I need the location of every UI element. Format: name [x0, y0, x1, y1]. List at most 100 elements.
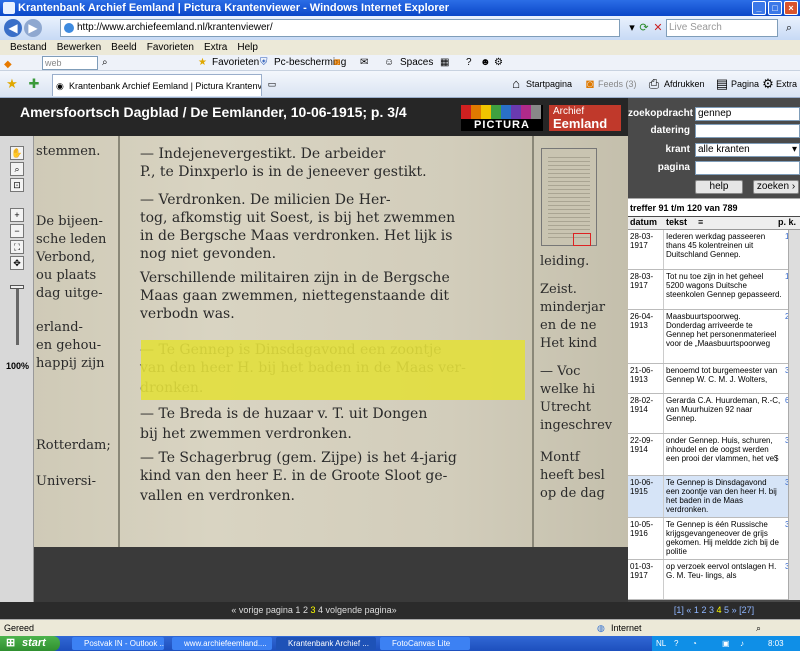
language-indicator[interactable]: NL: [656, 636, 666, 651]
messenger-icon[interactable]: ☺: [384, 55, 394, 71]
close-window-button[interactable]: ×: [784, 1, 798, 15]
tray-icon-network[interactable]: ▣: [722, 636, 730, 651]
results-page-5[interactable]: 5: [724, 605, 729, 615]
favorites-link[interactable]: Favorieten: [212, 55, 259, 71]
result-row[interactable]: 21-06-1913 benoemd tot burgemeester van G…: [628, 364, 800, 394]
paper-select[interactable]: alle kranten ▾: [695, 143, 800, 157]
page-link-1[interactable]: 1: [295, 605, 300, 615]
settings-icon[interactable]: ⚙: [494, 55, 503, 71]
prev-page-link[interactable]: « vorige pagina: [231, 605, 293, 615]
address-input[interactable]: http://www.archiefeemland.nl/krantenview…: [60, 19, 620, 37]
search-button[interactable]: zoeken ›: [753, 180, 799, 194]
fit-page-icon[interactable]: ⛶: [10, 240, 24, 254]
sort-icon[interactable]: ≡: [698, 217, 703, 227]
zoom-area-icon[interactable]: ⊡: [10, 178, 24, 192]
task-fotocanvas[interactable]: FotoCanvas Lite: [380, 637, 470, 650]
results-next[interactable]: »: [732, 605, 737, 615]
forward-button[interactable]: ▶: [24, 19, 42, 37]
menu-help[interactable]: Help: [237, 40, 258, 55]
thumbnail-viewport-box[interactable]: [573, 233, 591, 246]
print-icon[interactable]: ⎙: [646, 76, 662, 92]
menu-favorieten[interactable]: Favorieten: [147, 40, 194, 55]
spaces-link[interactable]: Spaces: [400, 55, 433, 71]
calendar-icon[interactable]: ▦: [440, 55, 449, 71]
minimize-button[interactable]: _: [752, 1, 766, 15]
results-first[interactable]: [1]: [674, 605, 684, 615]
page-link-4[interactable]: 4: [318, 605, 323, 615]
tray-icon-help[interactable]: ?: [674, 636, 678, 651]
result-row[interactable]: 22-09-1914 onder Gennep. Huis, schuren, i…: [628, 434, 800, 476]
tools-icon[interactable]: ⚙: [760, 76, 776, 92]
home-link[interactable]: Startpagina: [526, 79, 572, 89]
search-icon[interactable]: ⌕: [781, 20, 797, 36]
contacts-icon[interactable]: ☻: [480, 55, 491, 71]
menu-bestand[interactable]: Bestand: [10, 40, 47, 55]
result-row[interactable]: 01-03-1917 op verzoek eervol ontslagen H.…: [628, 560, 800, 600]
col-pk[interactable]: p. k.: [778, 217, 796, 227]
home-icon[interactable]: ⌂: [508, 76, 524, 92]
query-input[interactable]: gennep: [695, 107, 800, 121]
results-scrollbar[interactable]: [788, 230, 800, 600]
zoom-slider[interactable]: [16, 287, 19, 345]
results-page-2[interactable]: 2: [701, 605, 706, 615]
result-text: onder Gennep. Huis, schuren, inhoudel en…: [666, 436, 779, 463]
start-button[interactable]: ⊞ start: [0, 636, 60, 651]
help-icon[interactable]: ?: [466, 55, 472, 71]
zoom-slider-handle[interactable]: [10, 285, 24, 289]
col-text[interactable]: tekst: [666, 217, 687, 227]
zoom-status[interactable]: ⌕: [756, 620, 761, 636]
tab-krantenviewer[interactable]: ◉ Krantenbank Archief Eemland | Pictura …: [52, 74, 262, 96]
add-favorite-icon[interactable]: ✚: [26, 76, 42, 92]
help-button[interactable]: help: [695, 180, 743, 194]
print-link[interactable]: Afdrukken: [664, 79, 705, 89]
col-date[interactable]: datum: [630, 217, 657, 227]
move-icon[interactable]: ✥: [10, 256, 24, 270]
maximize-button[interactable]: □: [768, 1, 782, 15]
zoom-tool-icon[interactable]: ⌕: [10, 162, 24, 176]
task-krantenbank[interactable]: Krantenbank Archief ...: [276, 637, 376, 650]
menu-extra[interactable]: Extra: [204, 40, 227, 55]
back-button[interactable]: ◀: [4, 19, 22, 37]
menu-beeld[interactable]: Beeld: [111, 40, 137, 55]
web-search-input[interactable]: web zoeken...: [42, 56, 98, 80]
hand-pan-icon[interactable]: ✋: [10, 146, 24, 160]
page-menu-icon[interactable]: ▤: [714, 76, 730, 92]
result-row[interactable]: 28-03-1917 Iederen werkdag passeeren than…: [628, 230, 800, 270]
new-tab-icon[interactable]: ▭: [264, 76, 280, 92]
page-link-2[interactable]: 2: [303, 605, 308, 615]
live-search-input[interactable]: Live Search: [666, 19, 778, 37]
results-prev[interactable]: «: [686, 605, 691, 615]
pictura-logo[interactable]: PICTURA: [461, 105, 543, 131]
archief-eemland-logo[interactable]: Archief Eemland: [549, 105, 621, 131]
feeds-icon[interactable]: ◙: [582, 76, 598, 92]
date-input[interactable]: [695, 124, 800, 138]
page-menu[interactable]: Pagina: [731, 79, 759, 89]
page-thumbnail[interactable]: [541, 148, 597, 246]
next-page-link[interactable]: volgende pagina»: [326, 605, 397, 615]
result-row[interactable]: 10-05-1916 Te Gennep is één Russische kri…: [628, 518, 800, 560]
stop-icon[interactable]: ✕: [650, 20, 666, 36]
tray-icon-nero[interactable]: ◔: [692, 636, 697, 651]
page-link-3[interactable]: 3: [310, 605, 315, 615]
results-page-4[interactable]: 4: [717, 605, 722, 615]
mail-icon[interactable]: ✉: [360, 55, 368, 71]
web-search-button[interactable]: ⌕: [102, 55, 108, 71]
extra-menu[interactable]: Extra: [776, 79, 797, 89]
results-page-1[interactable]: 1: [694, 605, 699, 615]
results-last[interactable]: [27]: [739, 605, 754, 615]
tray-icon-volume[interactable]: ♪: [740, 636, 744, 651]
favorites-center-icon[interactable]: ★: [4, 76, 20, 92]
menu-bewerken[interactable]: Bewerken: [57, 40, 101, 55]
zoom-in-icon[interactable]: +: [10, 208, 24, 222]
result-row[interactable]: 28-02-1914 Gerarda C.A. Huurdeman, R.-C, …: [628, 394, 800, 434]
result-row[interactable]: 26-04-1913 Maasbuurtspoorweg. Donderdag a…: [628, 310, 800, 364]
result-row[interactable]: 28-03-1917 Tot nu toe zijn in het geheel …: [628, 270, 800, 310]
task-browser-1[interactable]: www.archiefeemland....: [172, 637, 272, 650]
task-outlook[interactable]: Postvak IN - Outlook ...: [72, 637, 164, 650]
feeds-link[interactable]: Feeds (3): [598, 79, 637, 89]
results-page-3[interactable]: 3: [709, 605, 714, 615]
page-input[interactable]: [695, 161, 800, 175]
result-row[interactable]: 10-06-1915 Te Gennep is Dinsdagavond een …: [628, 476, 800, 518]
rss-icon[interactable]: ◙: [334, 55, 340, 71]
zoom-out-icon[interactable]: −: [10, 224, 24, 238]
